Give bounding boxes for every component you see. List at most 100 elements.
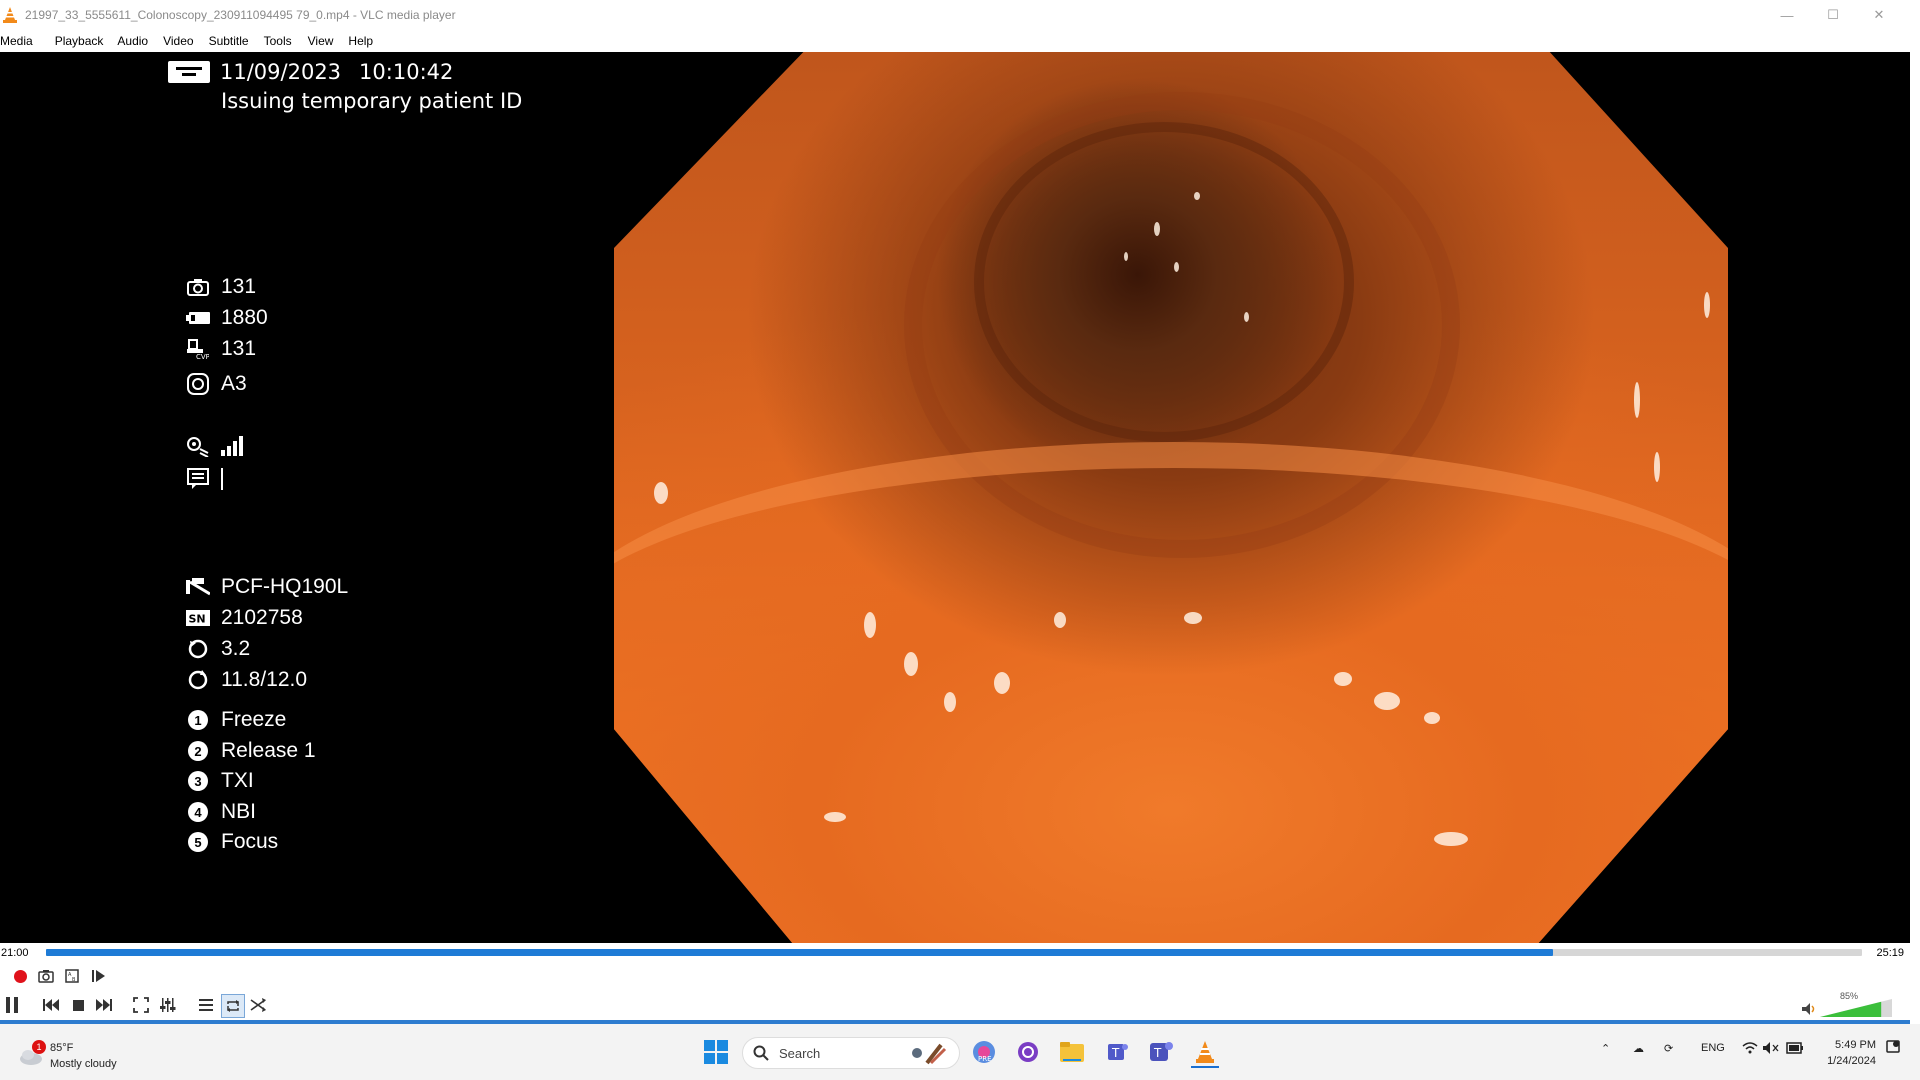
battery-icon — [186, 308, 210, 328]
menu-video[interactable]: Video — [163, 34, 202, 48]
maximize-button[interactable]: ☐ — [1810, 0, 1856, 30]
osd-info-value: PCF-HQ190L — [221, 575, 349, 598]
teams-work-icon[interactable]: T — [1148, 1038, 1176, 1066]
record-button[interactable] — [9, 965, 31, 987]
scope-signal-icon — [186, 436, 210, 457]
next-button[interactable] — [93, 994, 115, 1016]
vlc-cone-icon — [3, 7, 17, 23]
loop-ab-button[interactable]: AB — [61, 965, 83, 987]
battery-icon[interactable] — [1786, 1042, 1804, 1057]
scope-model-icon — [186, 577, 210, 597]
menu-media[interactable]: Media — [0, 34, 42, 48]
menu-subtitle[interactable]: Subtitle — [209, 34, 258, 48]
wifi-icon[interactable] — [1742, 1042, 1758, 1057]
fullscreen-button[interactable] — [130, 994, 152, 1016]
playlist-button[interactable] — [195, 994, 217, 1016]
shuffle-button[interactable] — [247, 994, 269, 1016]
svg-text:PRE: PRE — [978, 1055, 992, 1063]
pause-button[interactable] — [1, 994, 23, 1016]
advanced-controls: AB — [0, 963, 1910, 989]
notification-icon[interactable] — [1886, 1040, 1900, 1059]
volume-control[interactable]: 85% — [1802, 991, 1892, 1017]
seek-slider[interactable] — [46, 949, 1862, 956]
notification-badge: 1 — [32, 1040, 46, 1054]
window-title: 21997_33_5555611_Colonoscopy_23091109449… — [25, 8, 456, 22]
menu-audio[interactable]: Audio — [117, 34, 157, 48]
function-label: NBI — [221, 800, 257, 823]
vlc-taskbar-icon[interactable] — [1191, 1038, 1219, 1068]
language-indicator[interactable]: ENG — [1701, 1042, 1725, 1054]
camera-icon — [186, 277, 210, 297]
taskbar-search[interactable]: Search — [742, 1037, 960, 1069]
menu-help[interactable]: Help — [348, 34, 382, 48]
volume-slider[interactable] — [1820, 999, 1892, 1017]
copilot-taskbar-icon[interactable]: PRE — [970, 1038, 998, 1066]
elapsed-time: 21:00 — [1, 947, 29, 959]
osd-stat-row: 1880 — [186, 306, 268, 330]
seek-progress — [46, 949, 1554, 956]
total-time: 25:19 — [1876, 947, 1904, 959]
osd-date: 11/09/2023 — [220, 60, 342, 84]
start-button[interactable] — [702, 1038, 730, 1066]
speaker-icon — [1802, 1003, 1815, 1015]
menu-playback[interactable]: Playback — [55, 34, 113, 48]
function-label: Release 1 — [221, 739, 316, 762]
pause-icon — [6, 997, 18, 1013]
title-bar: 21997_33_5555611_Colonoscopy_23091109449… — [0, 0, 1912, 30]
menu-tools[interactable]: Tools — [264, 34, 301, 48]
clock-time: 5:49 PM — [1835, 1039, 1876, 1051]
minimize-button[interactable]: — — [1764, 0, 1810, 30]
muted-speaker-icon[interactable] — [1763, 1042, 1779, 1057]
onedrive-icon[interactable]: ☁ — [1633, 1042, 1644, 1055]
file-explorer-icon[interactable] — [1058, 1038, 1086, 1066]
osd-stat-value: 1880 — [221, 306, 268, 329]
record-icon — [13, 969, 27, 983]
clock-date: 1/24/2024 — [1827, 1055, 1876, 1067]
sync-icon[interactable]: ⟳ — [1664, 1042, 1673, 1055]
frame-step-icon — [92, 970, 105, 982]
weather-widget[interactable]: 1 85°F Mostly cloudy — [18, 1040, 117, 1072]
endoscope-image — [614, 52, 1728, 943]
app-circle-icon[interactable] — [1014, 1038, 1042, 1066]
shuffle-icon — [250, 998, 266, 1012]
monitor-icon — [168, 61, 210, 83]
stop-icon — [72, 999, 84, 1011]
loop-ab-icon: AB — [65, 969, 79, 983]
signal-bars-icon — [221, 436, 243, 456]
equalizer-icon — [160, 998, 176, 1012]
video-frame[interactable]: 11/09/2023 10:10:42 Issuing temporary pa… — [0, 52, 1910, 943]
frame-step-button[interactable] — [87, 965, 109, 987]
menu-view[interactable]: View — [308, 34, 343, 48]
weather-cloud-icon: 1 — [18, 1040, 46, 1068]
function-row: 3 TXI — [186, 769, 254, 793]
svg-text:T: T — [1153, 1046, 1162, 1060]
loop-button[interactable] — [221, 994, 245, 1018]
osd-info-value: 3.2 — [221, 637, 251, 660]
function-row: 2 Release 1 — [186, 739, 316, 763]
skip-back-icon — [43, 999, 59, 1011]
osd-info-value: 2102758 — [221, 606, 303, 629]
extended-settings-button[interactable] — [157, 994, 179, 1016]
tray-overflow-icon[interactable]: ⌃ — [1601, 1042, 1610, 1055]
camera-icon — [38, 970, 54, 983]
stop-button[interactable] — [67, 994, 89, 1016]
function-number-icon: 5 — [188, 832, 208, 852]
search-placeholder: Search — [779, 1045, 821, 1061]
function-row: 5 Focus — [186, 830, 278, 854]
snapshot-button[interactable] — [35, 965, 57, 987]
close-button[interactable]: ✕ — [1856, 0, 1902, 30]
rotate-icon — [186, 639, 210, 659]
function-row: 1 Freeze — [186, 708, 286, 732]
fullscreen-icon — [133, 997, 149, 1013]
function-label: Freeze — [221, 708, 287, 731]
playback-controls: 85% — [0, 990, 1910, 1020]
osd-datetime: 11/09/2023 10:10:42 — [168, 60, 453, 84]
osd-stat-value: A3 — [221, 372, 247, 395]
svg-text:SN: SN — [189, 613, 206, 626]
osd-stat-row: A3 — [186, 372, 247, 396]
teams-icon[interactable]: T — [1104, 1038, 1132, 1066]
system-clock[interactable]: 5:49 PM 1/24/2024 — [1827, 1037, 1876, 1069]
dial-icon — [186, 670, 210, 690]
svg-text:T: T — [1111, 1046, 1120, 1060]
previous-button[interactable] — [40, 994, 62, 1016]
